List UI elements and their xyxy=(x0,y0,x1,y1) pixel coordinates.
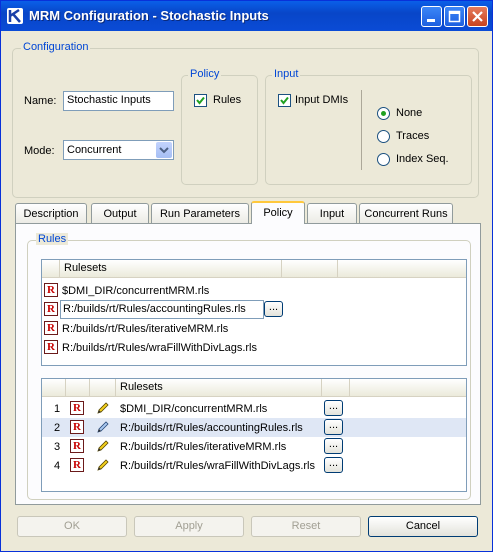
ruleset-path: R:/builds/rt/Rules/accountingRules.rls xyxy=(120,422,303,434)
app-icon xyxy=(7,8,23,24)
browse-button[interactable]: ... xyxy=(324,419,343,435)
ok-button[interactable]: OK xyxy=(17,516,127,537)
header-num-col xyxy=(42,379,66,397)
ruleset-path: R:/builds/rt/Rules/iterativeMRM.rls xyxy=(62,323,229,335)
ruleset-path-editor[interactable]: R:/builds/rt/Rules/accountingRules.rls xyxy=(60,300,264,319)
ruleset-path: $DMI_DIR/concurrentMRM.rls xyxy=(120,403,268,415)
policy-group: Policy Rules xyxy=(181,68,258,185)
rulesets-header: Rulesets xyxy=(116,379,322,397)
rules-group: Rules Rulesets R $DMI_DIR/concurrentMRM.… xyxy=(27,233,471,500)
mode-label: Mode: xyxy=(24,145,55,157)
chevron-down-icon[interactable] xyxy=(156,142,172,158)
rulesets-table-top: Rulesets R $DMI_DIR/concurrentMRM.rls R … xyxy=(41,259,467,366)
browse-button[interactable]: ... xyxy=(264,301,283,317)
table-row[interactable]: R $DMI_DIR/concurrentMRM.rls xyxy=(42,282,466,301)
rulesets-table-bottom: Rulesets 1 R $DMI_DIR/concurrentMRM.rls … xyxy=(41,378,467,492)
browse-button[interactable]: ... xyxy=(324,457,343,473)
header-action-col xyxy=(322,379,350,397)
name-field[interactable]: Stochastic Inputs xyxy=(63,91,174,111)
header-icon-col xyxy=(66,379,90,397)
ruleset-path: $DMI_DIR/concurrentMRM.rls xyxy=(62,285,210,297)
row-number: 4 xyxy=(54,460,61,472)
ruleset-icon: R xyxy=(44,302,58,316)
policy-legend: Policy xyxy=(188,68,222,80)
maximize-button[interactable] xyxy=(444,6,465,27)
ruleset-path: R:/builds/rt/Rules/wraFillWithDivLags.rl… xyxy=(62,342,257,354)
input-divider xyxy=(361,90,362,170)
input-group: Input Input DMIs None Traces Index Seq. xyxy=(265,68,472,185)
radio-none[interactable] xyxy=(377,107,390,120)
rules-checkbox-label: Rules xyxy=(213,94,242,106)
header-blank-col xyxy=(282,260,338,278)
mode-select[interactable]: Concurrent xyxy=(63,140,174,160)
tab-strip: Description Output Run Parameters Policy… xyxy=(15,201,481,225)
radio-selected-dot xyxy=(381,111,386,116)
apply-button[interactable]: Apply xyxy=(134,516,244,537)
input-dmis-label: Input DMIs xyxy=(295,94,349,106)
minimize-button[interactable] xyxy=(421,6,442,27)
input-dmis-checkbox[interactable] xyxy=(278,94,291,107)
row-number: 3 xyxy=(54,441,61,453)
tab-policy[interactable]: Policy xyxy=(251,201,305,224)
tab-output[interactable]: Output xyxy=(91,203,149,223)
tab-description[interactable]: Description xyxy=(15,203,87,223)
ruleset-path: R:/builds/rt/Rules/iterativeMRM.rls xyxy=(120,441,287,453)
radio-traces[interactable] xyxy=(377,130,390,143)
mode-value: Concurrent xyxy=(67,144,122,156)
configuration-legend: Configuration xyxy=(21,41,91,53)
table-row[interactable]: R R:/builds/rt/Rules/accountingRules.rls… xyxy=(42,300,466,320)
rulesets-table-top-header: Rulesets xyxy=(42,260,466,278)
pencil-icon[interactable] xyxy=(96,401,110,415)
table-row[interactable]: R R:/builds/rt/Rules/wraFillWithDivLags.… xyxy=(42,339,466,358)
header-icon-col xyxy=(42,260,60,278)
rules-checkbox[interactable] xyxy=(194,94,207,107)
pencil-icon[interactable] xyxy=(96,439,110,453)
browse-button[interactable]: ... xyxy=(324,438,343,454)
cancel-button[interactable]: Cancel xyxy=(368,516,478,537)
close-button[interactable] xyxy=(467,6,488,27)
tab-concurrent-runs[interactable]: Concurrent Runs xyxy=(359,203,453,223)
table-row[interactable]: R R:/builds/rt/Rules/iterativeMRM.rls xyxy=(42,320,466,339)
browse-button[interactable]: ... xyxy=(324,400,343,416)
ruleset-icon: R xyxy=(70,439,84,453)
name-label: Name: xyxy=(24,95,57,107)
ruleset-icon: R xyxy=(44,340,58,354)
ruleset-icon: R xyxy=(44,283,58,297)
radio-traces-label: Traces xyxy=(396,130,430,142)
input-legend: Input xyxy=(272,68,301,80)
configuration-group: Configuration Name: Stochastic Inputs Mo… xyxy=(12,41,479,198)
row-number: 2 xyxy=(54,422,61,434)
ruleset-icon: R xyxy=(70,420,84,434)
ruleset-icon: R xyxy=(70,458,84,472)
table-row[interactable]: 4 R R:/builds/rt/Rules/wraFillWithDivLag… xyxy=(42,456,466,475)
radio-index-seq[interactable] xyxy=(377,153,390,166)
policy-tab-panel: Rules Rulesets R $DMI_DIR/concurrentMRM.… xyxy=(15,223,481,505)
table-row[interactable]: 3 R R:/builds/rt/Rules/iterativeMRM.rls … xyxy=(42,437,466,456)
radio-none-label: None xyxy=(396,107,423,119)
dialog-body: Configuration Name: Stochastic Inputs Mo… xyxy=(6,32,487,548)
ruleset-path: R:/builds/rt/Rules/wraFillWithDivLags.rl… xyxy=(120,460,315,472)
tab-run-parameters[interactable]: Run Parameters xyxy=(151,203,249,223)
pencil-icon[interactable] xyxy=(96,458,110,472)
title-bar[interactable]: MRM Configuration - Stochastic Inputs xyxy=(1,1,492,31)
rules-legend: Rules xyxy=(36,233,69,245)
radio-index-seq-label: Index Seq. xyxy=(396,153,449,165)
reset-button[interactable]: Reset xyxy=(251,516,361,537)
row-number: 1 xyxy=(54,403,61,415)
dialog-window: MRM Configuration - Stochastic Inputs Co… xyxy=(0,0,493,552)
table-row[interactable]: 2 R R:/builds/rt/Rules/accountingRules.r… xyxy=(42,418,466,437)
pencil-icon[interactable] xyxy=(96,420,110,434)
header-edit-col xyxy=(90,379,116,397)
rulesets-header: Rulesets xyxy=(60,260,282,278)
table-row[interactable]: 1 R $DMI_DIR/concurrentMRM.rls ... xyxy=(42,399,466,418)
window-title: MRM Configuration - Stochastic Inputs xyxy=(29,8,269,23)
ruleset-icon: R xyxy=(44,321,58,335)
ruleset-icon: R xyxy=(70,401,84,415)
tab-input[interactable]: Input xyxy=(307,203,357,223)
rulesets-table-bottom-header: Rulesets xyxy=(42,379,466,397)
